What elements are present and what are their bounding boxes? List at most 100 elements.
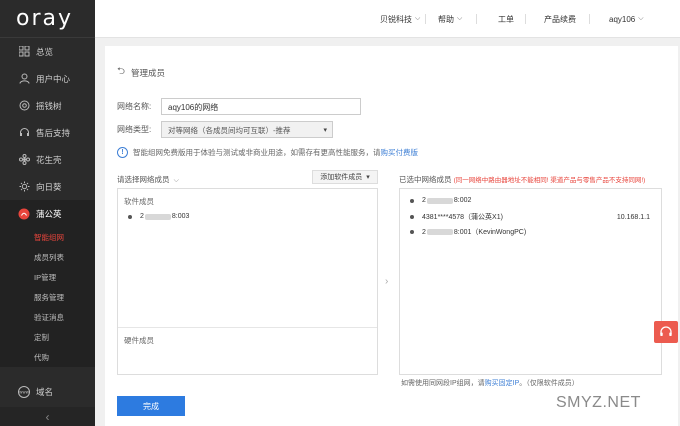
- top-menu-help[interactable]: 帮助 ⌵: [438, 0, 462, 38]
- sidebar-item-label: 向日葵: [36, 181, 62, 192]
- back-to-manage-members[interactable]: ⮌ 管理成员: [117, 64, 165, 81]
- network-name-input[interactable]: aqy106的网络: [161, 98, 361, 115]
- redacted-mask: [426, 229, 453, 235]
- chevron-down-icon: ⌵: [638, 15, 644, 22]
- sidebar-item-money-tree[interactable]: 摇钱树: [0, 92, 95, 119]
- sidebar-item-pugongying[interactable]: 蒲公英: [0, 200, 95, 227]
- sidebar-subitem-member-list[interactable]: 成员列表: [0, 247, 95, 267]
- collapse-sidebar-button[interactable]: ‹: [0, 407, 95, 426]
- add-software-member-button[interactable]: 添加软件成员 ▾: [312, 170, 378, 184]
- hardware-members-heading: 硬件成员: [124, 336, 154, 345]
- dandelion-icon: [18, 208, 30, 220]
- sidebar-item-support[interactable]: 售后支持: [0, 119, 95, 146]
- list-item[interactable]: 2 8:002: [410, 197, 471, 204]
- bullet: [410, 198, 414, 203]
- member-id-prefix: 2: [422, 228, 426, 236]
- sidebar-subitem-smart-network[interactable]: 智能组网: [0, 227, 95, 247]
- sidebar-item-sunflower[interactable]: 向日葵: [0, 173, 95, 200]
- list-item[interactable]: 4381****4578（蒲公英X1) 10.168.1.1: [410, 212, 650, 222]
- member-id-suffix: 8:003: [171, 213, 190, 220]
- info-icon: !: [117, 147, 128, 158]
- sidebar-subitem-purchase-agent[interactable]: 代购: [0, 347, 95, 367]
- sidebar-subitem-service-management[interactable]: 服务管理: [0, 287, 95, 307]
- member-id-prefix: 2: [140, 213, 144, 220]
- network-type-value: 对等网络（各成员间均可互联）-推荐: [168, 126, 291, 135]
- selected-members-label: 已选中网络成员: [399, 175, 452, 184]
- back-arrow-icon: ⮌: [117, 66, 126, 77]
- divider: [589, 14, 590, 24]
- member-id: 4381****4578（蒲公英X1): [422, 214, 503, 221]
- page-title: 管理成员: [131, 67, 166, 78]
- sidebar-subitem-verify-messages[interactable]: 验证消息: [0, 307, 95, 327]
- chevron-down-icon: ⌵: [457, 15, 463, 22]
- chevron-down-icon: ⌵: [415, 15, 421, 22]
- sun-icon: [18, 181, 30, 193]
- member-id-suffix: 8:002: [453, 197, 472, 204]
- account-name: aqy106: [609, 14, 636, 24]
- network-name-label: 网络名称:: [117, 102, 152, 111]
- chevron-down-icon: ⌵: [173, 177, 179, 184]
- select-members-label: 请选择网络成员: [117, 175, 170, 184]
- list-item[interactable]: 2 8:001（KevinWongPC): [410, 227, 526, 237]
- notice-bar: ! 智能组网免费版用于体验与测试或非商业用途，如需存有更高性能服务，请 购买付费…: [117, 147, 418, 158]
- sidebar-item-user-center[interactable]: 用户中心: [0, 65, 95, 92]
- triangle-down-icon: ▾: [366, 174, 370, 181]
- sidebar-subitem-ip-management[interactable]: IP管理: [0, 267, 95, 287]
- sidebar-item-label: 售后支持: [36, 127, 71, 138]
- top-menu-oray-tech[interactable]: 贝锐科技 ⌵: [380, 0, 420, 38]
- network-type-label: 网络类型:: [117, 125, 152, 134]
- top-menu-account[interactable]: aqy106 ⌵: [609, 0, 644, 38]
- flower-icon: [18, 154, 30, 166]
- sidebar-item-label: 花生壳: [36, 154, 62, 165]
- www-icon: www: [18, 386, 30, 398]
- sidebar: oray 总览 用户中心 摇钱树 售后支持 花生壳 向日葵 蒲公英 智能组网 成…: [0, 0, 95, 426]
- member-id-prefix: 2: [422, 197, 426, 204]
- sidebar-item-label: 蒲公英: [36, 208, 62, 219]
- grid-icon: [18, 46, 30, 58]
- buy-paid-version-link[interactable]: 购买付费版: [381, 147, 419, 158]
- buy-fixed-ip-link[interactable]: 购买固定IP: [485, 380, 520, 387]
- top-menu-label: 贝锐科技: [380, 14, 412, 24]
- svg-text:www: www: [19, 390, 30, 395]
- add-member-label: 添加软件成员: [320, 174, 363, 181]
- software-members-heading: 软件成员: [124, 197, 154, 206]
- bullet: [128, 214, 132, 219]
- network-type-select[interactable]: 对等网络（各成员间均可互联）-推荐 ▾: [161, 121, 333, 138]
- list-item[interactable]: 2 8:003: [128, 213, 189, 220]
- divider: [525, 14, 526, 24]
- sidebar-item-domain[interactable]: www 域名: [0, 381, 95, 403]
- select-members-title: 请选择网络成员 ⌵: [117, 174, 179, 185]
- selected-members-title: 已选中网络成员 (同一网络中路由器地址不能相同! 渠道产品与零售产品不支持同网!…: [399, 174, 645, 185]
- fixed-ip-hint: 如需使用同网段IP组网，请购买固定IP。（仅限软件成员）: [401, 378, 579, 388]
- headset-icon: [18, 127, 30, 139]
- available-members-pane[interactable]: 软件成员 2 8:003 硬件成员: [117, 188, 378, 375]
- circle-icon: [18, 100, 30, 112]
- hint-text: 如需使用同网段IP组网，请: [401, 380, 485, 387]
- headset-icon: [660, 326, 672, 336]
- redacted-mask: [144, 213, 171, 220]
- bullet: [410, 230, 414, 234]
- selected-members-pane[interactable]: 2 8:002 4381****4578（蒲公英X1) 10.168.1.1 2 8…: [399, 188, 662, 375]
- sidebar-subitem-custom[interactable]: 定制: [0, 327, 95, 347]
- redacted-mask: [426, 197, 453, 204]
- main-content: ⮌ 管理成员 网络名称: aqy106的网络 网络类型: 对等网络（各成员间均可…: [105, 46, 678, 426]
- transfer-arrow-icon[interactable]: ›: [385, 276, 388, 287]
- top-menu-renew[interactable]: 产品续费: [544, 0, 576, 38]
- sidebar-item-label: 摇钱树: [36, 100, 62, 111]
- divider: [425, 14, 426, 24]
- user-icon: [18, 73, 30, 85]
- divider: [476, 14, 477, 24]
- sidebar-item-overview[interactable]: 总览: [0, 38, 95, 65]
- notice-text: 智能组网免费版用于体验与测试或非商业用途，如需存有更高性能服务，请: [133, 148, 381, 157]
- sidebar-item-label: 总览: [36, 46, 54, 57]
- customer-support-button[interactable]: [654, 321, 678, 343]
- sidebar-item-huashengke[interactable]: 花生壳: [0, 146, 95, 173]
- top-menu-ticket[interactable]: 工单: [498, 0, 514, 38]
- top-menu-label: 帮助: [438, 14, 454, 24]
- top-bar: 贝锐科技 ⌵ 帮助 ⌵ 工单 产品续费 aqy106 ⌵: [95, 0, 680, 38]
- oray-logo[interactable]: oray: [0, 0, 95, 38]
- divider: [118, 327, 377, 328]
- triangle-down-icon: ▾: [323, 127, 327, 134]
- done-button[interactable]: 完成: [117, 396, 185, 416]
- member-id-suffix: 8:001（KevinWongPC): [453, 229, 527, 236]
